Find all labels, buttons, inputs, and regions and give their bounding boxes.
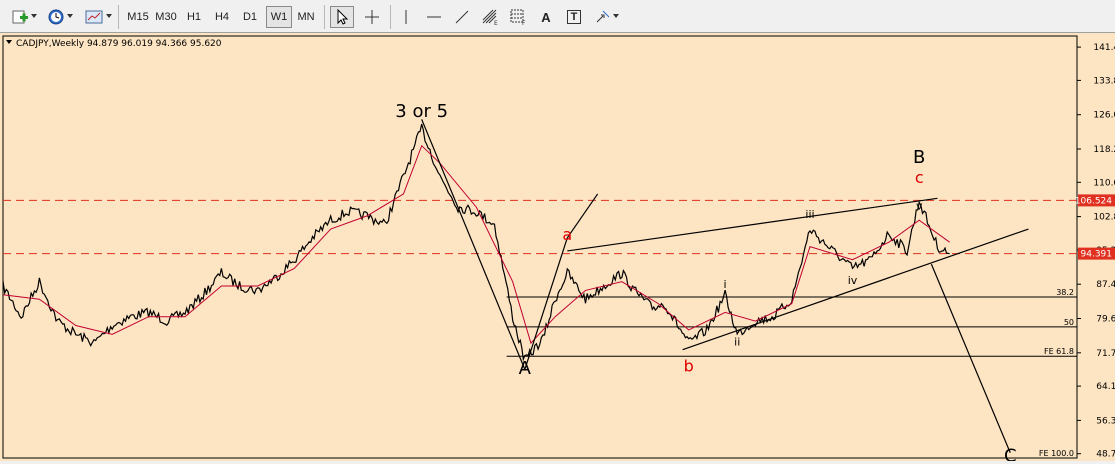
svg-text:E: E xyxy=(494,20,498,26)
fibonacci-fan-icon[interactable]: F xyxy=(506,6,530,28)
moving-average-series xyxy=(2,144,950,345)
text-label-icon[interactable]: T xyxy=(562,6,586,28)
price-tick-label: 64.190 xyxy=(1096,382,1115,392)
fib-level-label: 50 xyxy=(1064,318,1074,327)
text-icon[interactable]: A xyxy=(534,6,558,28)
chevron-down-icon[interactable] xyxy=(106,14,112,18)
cursor-icon[interactable] xyxy=(330,6,354,28)
crosshair-icon[interactable] xyxy=(360,6,384,28)
price-tick-label: 71.780 xyxy=(1096,349,1115,359)
price-tick-label: 118.240 xyxy=(1093,145,1115,155)
wave-label: c xyxy=(915,168,924,187)
wave-line-3-to-a xyxy=(421,119,526,370)
wave-label: b xyxy=(684,357,694,376)
price-tick-label: 102.830 xyxy=(1093,213,1115,223)
chevron-down-icon[interactable] xyxy=(31,14,37,18)
wave-label: iii xyxy=(805,208,814,221)
chevron-down-icon[interactable] xyxy=(67,14,73,18)
fib-level-label: FE 100.0 xyxy=(1039,449,1074,458)
wave-label: A xyxy=(519,358,532,379)
horizontal-line-icon[interactable] xyxy=(422,6,446,28)
svg-text:F: F xyxy=(522,20,526,26)
tf-d1-button[interactable]: D1 xyxy=(237,6,263,28)
tf-w1-button[interactable]: W1 xyxy=(266,6,292,28)
price-marker-label: 106.524 xyxy=(1075,196,1112,206)
wave-label: 3 or 5 xyxy=(395,101,448,122)
chart-template-icon[interactable] xyxy=(82,6,106,28)
price-tick-label: 133.880 xyxy=(1093,76,1115,86)
toolbar: M15 M30 H1 H4 D1 W1 MN E F A T xyxy=(0,0,1115,33)
price-tick-label: 56.370 xyxy=(1096,416,1115,426)
wave-label: i xyxy=(724,278,727,291)
toolbar-separator xyxy=(324,5,325,29)
tf-m30-button[interactable]: M30 xyxy=(153,6,179,28)
tf-mn-button[interactable]: MN xyxy=(293,6,319,28)
price-tick-label: 141.470 xyxy=(1093,43,1115,53)
price-series xyxy=(2,123,950,362)
wave-label: a xyxy=(562,225,572,244)
wedge-lower-trendline xyxy=(682,228,1029,351)
tf-h1-button[interactable]: H1 xyxy=(181,6,207,28)
wave-label: v xyxy=(916,199,923,212)
tf-m15-button[interactable]: M15 xyxy=(125,6,151,28)
trendline-icon[interactable] xyxy=(450,6,474,28)
price-tick-label: 79.600 xyxy=(1096,315,1115,325)
price-marker-label: 94.391 xyxy=(1081,250,1113,260)
toolbar-separator xyxy=(390,5,391,29)
clock-icon[interactable] xyxy=(44,6,68,28)
price-tick-label: 110.650 xyxy=(1093,178,1115,188)
price-chart[interactable]: CADJPY,Weekly 94.879 96.019 94.366 95.62… xyxy=(0,33,1115,464)
fib-level-label: FE 61.8 xyxy=(1044,347,1074,356)
wave-line-a-to-a xyxy=(524,237,568,370)
price-tick-label: 87.420 xyxy=(1096,280,1115,290)
fibonacci-expansion-icon[interactable]: E xyxy=(478,6,502,28)
chart-area[interactable]: CADJPY,Weekly 94.879 96.019 94.366 95.62… xyxy=(0,33,1115,464)
new-chart-icon[interactable] xyxy=(8,6,32,28)
wave-label: iv xyxy=(848,274,858,287)
price-tick-label: 126.060 xyxy=(1093,111,1115,121)
header-dropdown-icon xyxy=(6,40,12,44)
arrows-icon[interactable] xyxy=(591,6,615,28)
text-label-glyph: T xyxy=(566,10,582,24)
fib-level-label: 38.2 xyxy=(1056,288,1074,297)
tf-h4-button[interactable]: H4 xyxy=(209,6,235,28)
chart-header: CADJPY,Weekly 94.879 96.019 94.366 95.62… xyxy=(16,39,222,49)
price-tick-label: 48.780 xyxy=(1096,450,1115,460)
plot-frame xyxy=(2,35,1078,459)
chevron-down-icon[interactable] xyxy=(613,14,619,18)
toolbar-separator xyxy=(118,5,119,29)
vertical-line-icon[interactable] xyxy=(394,6,418,28)
wave-label: B xyxy=(913,147,925,168)
projected-wave-c-line xyxy=(930,263,1011,453)
wave-label: C xyxy=(1004,446,1017,461)
wave-label: ii xyxy=(734,335,740,348)
